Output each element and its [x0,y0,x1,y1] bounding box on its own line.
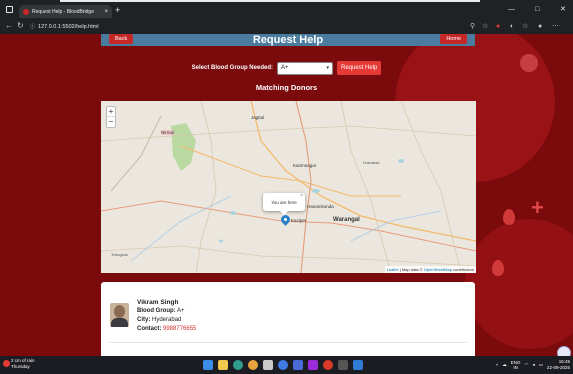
donor-card: Vikram Singh Blood Group: A+ City: Hyder… [101,282,475,356]
weather-widget[interactable]: 2 cm of rain Thursday [11,358,35,370]
volume-icon[interactable]: ◂ [532,362,534,368]
contact-key: Contact: [137,326,162,332]
matching-donors-heading: Matching Donors [255,83,318,92]
map-label-husnabad: Husnabad [363,161,380,165]
clock[interactable]: 15:45 22-09-2025 [547,359,570,371]
zoom-control: + − [106,106,116,128]
favorites-icon[interactable]: ☆ [522,22,528,31]
attribution-text: | Map data © [399,267,423,272]
browser-tab[interactable]: Request Help - BloodBridge × [19,5,112,18]
chrome-icon[interactable] [248,360,258,370]
request-help-button[interactable]: Request Help [336,61,382,75]
zoom-in-button[interactable]: + [107,107,115,117]
blood-group-label: Select Blood Group Needed: [191,65,273,71]
file-explorer-icon[interactable] [218,360,228,370]
site-info-icon[interactable]: ⓘ [30,22,35,32]
page-header: Back Request Help Home [101,34,475,46]
maximize-button[interactable]: □ [535,6,539,13]
more-menu-icon[interactable]: ⋯ [552,22,559,31]
back-button[interactable]: Back [109,34,134,44]
battery-icon[interactable]: ▭ [539,362,543,368]
back-arrow-icon[interactable]: ← [5,21,13,31]
bg-drop-icon [492,260,504,276]
window-menu-icon[interactable] [6,6,13,13]
taskbar-apps [203,360,363,370]
chevron-down-icon: ▾ [326,65,329,71]
map-tiles [101,101,476,273]
extensions-puzzle-icon[interactable]: ◐ [510,22,514,31]
blood-request-form: Select Blood Group Needed: A+ ▾ Request … [0,61,573,75]
lang-line2: IN [513,365,518,370]
window-top-strip [60,0,480,2]
blood-group-key: Blood Group: [137,308,176,314]
map-label-jagtial: Jagtial [251,115,265,120]
language-indicator[interactable]: ENG IN [511,360,521,370]
tray-chevron-icon[interactable]: ^ [496,363,498,368]
os-taskbar: 2 cm of rain Thursday ^ ☁ ENG IN ◠ ◂ ▭ 1… [0,356,573,374]
popup-close-button[interactable]: × [300,193,303,199]
app-icon[interactable] [308,360,318,370]
browser-nav-row: ← ↻ ⓘ 127.0.0.1:5502/help.html ⚲ ☆ ● ◐ ☆… [0,20,573,34]
floating-action-button[interactable] [557,346,571,356]
map-label-telangana: Telangana [111,253,128,257]
map-label-warangal: Warangal [333,217,360,223]
minimize-button[interactable]: — [508,6,515,13]
app-icon[interactable] [293,360,303,370]
app-icon[interactable] [323,360,333,370]
tab-title: Request Help - BloodBridge [32,8,94,15]
close-window-button[interactable]: ✕ [560,6,566,13]
home-button[interactable]: Home [440,34,467,44]
osm-link[interactable]: OpenStreetMap [424,267,452,272]
app-icon[interactable] [278,360,288,370]
weather-icon[interactable] [3,360,10,367]
favicon-icon [23,8,29,15]
map-view[interactable]: + − Nirmal Jagtial Karimnagar Hanamkonda… [101,101,476,273]
map-label-nirmal: Nirmal [161,130,174,135]
divider [109,342,467,343]
popup-text: You are here [271,199,297,205]
selected-blood-group: A+ [280,65,289,71]
app-icon[interactable] [263,360,273,370]
page-content: + Back Request Help Home Select Blood Gr… [0,34,573,356]
bg-plus-icon: + [531,195,544,220]
wifi-icon[interactable]: ◠ [525,362,529,368]
start-icon[interactable] [203,360,213,370]
leaflet-link[interactable]: Leaflet [387,267,399,272]
location-icon[interactable]: ⚲ [470,22,475,31]
url-text: 127.0.0.1:5502/help.html [38,24,99,30]
address-bar[interactable]: ⓘ 127.0.0.1:5502/help.html [30,22,490,32]
avatar [110,303,129,327]
clock-date: 22-09-2025 [546,365,570,370]
profile-icon[interactable]: ● [538,22,542,31]
bg-decor-circle [465,219,573,349]
map-attribution: Leaflet | Map data © OpenStreetMap contr… [384,266,476,273]
cloud-icon[interactable]: ☁ [502,362,507,368]
map-label-karimnagar: Karimnagar [293,163,317,168]
donor-contact-link[interactable]: 9988776655 [163,326,196,332]
reload-icon[interactable]: ↻ [17,21,24,31]
donor-name: Vikram Singh [137,299,179,306]
donor-blood-group: A+ [177,308,185,314]
donor-city: Hyderabad [152,317,182,323]
map-label-hanamkonda: Hanamkonda [307,204,334,209]
tab-close-button[interactable]: × [104,9,108,15]
zoom-out-button[interactable]: − [107,117,115,127]
page-title: Request Help [252,34,324,46]
attribution-contributors: contributors [453,267,474,272]
bookmark-star-icon[interactable]: ☆ [482,22,488,31]
map-label-kazipet: Kazipet [291,218,307,223]
bg-drop-icon [503,209,515,225]
extension-icon[interactable]: ● [496,22,500,31]
system-tray: ^ ☁ ENG IN ◠ ◂ ▭ [496,360,543,370]
donor-info: Vikram Singh Blood Group: A+ City: Hyder… [137,298,196,334]
vscode-icon[interactable] [353,360,363,370]
app-icon[interactable] [338,360,348,370]
city-key: City: [137,317,151,323]
browser-chrome: Request Help - BloodBridge × + — □ ✕ ← ↻… [0,0,573,34]
location-popup[interactable]: You are here × [263,193,305,215]
blood-group-select[interactable]: A+ ▾ [276,61,333,75]
weather-line2: Thursday [11,364,30,369]
new-tab-button[interactable]: + [115,6,120,15]
edge-icon[interactable] [233,360,243,370]
